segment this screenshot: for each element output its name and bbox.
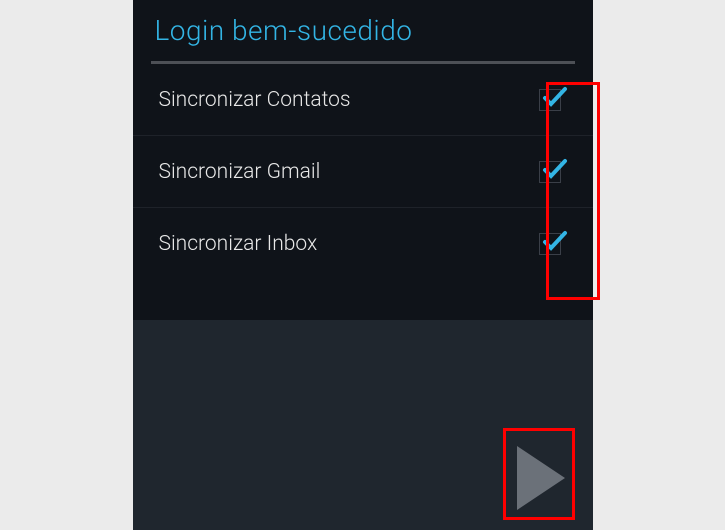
- checkbox-sync-contacts[interactable]: [539, 89, 561, 111]
- phone-screen: Login bem-sucedido Sincronizar Contatos …: [133, 0, 593, 530]
- checkmark-icon: [542, 228, 568, 254]
- sync-options-list: Sincronizar Contatos Sincronizar Gmail S…: [133, 64, 593, 280]
- list-item-sync-inbox[interactable]: Sincronizar Inbox: [133, 208, 593, 280]
- checkmark-icon: [542, 156, 568, 182]
- item-label: Sincronizar Gmail: [159, 160, 321, 184]
- checkbox-sync-inbox[interactable]: [539, 233, 561, 255]
- list-item-sync-gmail[interactable]: Sincronizar Gmail: [133, 136, 593, 208]
- next-button[interactable]: [517, 446, 565, 510]
- header: Login bem-sucedido: [133, 0, 593, 57]
- item-label: Sincronizar Inbox: [159, 232, 318, 256]
- page-title: Login bem-sucedido: [155, 14, 571, 47]
- item-label: Sincronizar Contatos: [159, 88, 351, 112]
- checkbox-sync-gmail[interactable]: [539, 161, 561, 183]
- list-item-sync-contacts[interactable]: Sincronizar Contatos: [133, 64, 593, 136]
- checkmark-icon: [542, 84, 568, 110]
- footer: [133, 320, 593, 530]
